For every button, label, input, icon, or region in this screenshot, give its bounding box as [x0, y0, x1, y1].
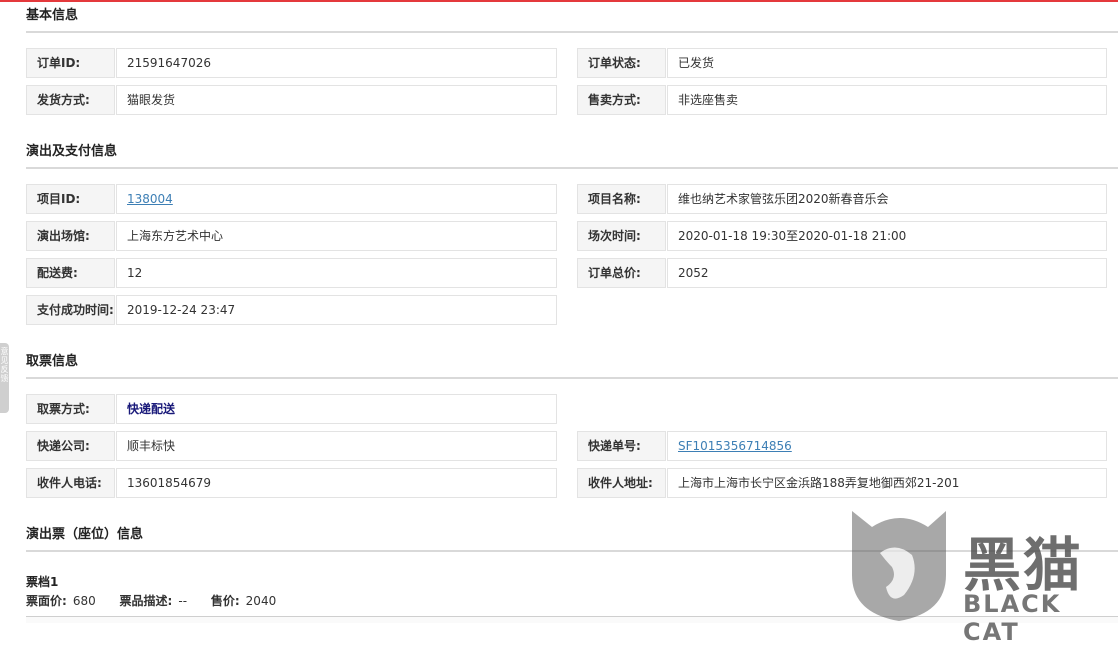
field-address: 收件人地址: 上海市上海市长宁区金浜路188弄复地御西郊21-201 — [577, 468, 1107, 498]
field-label: 演出场馆: — [26, 221, 115, 251]
field-session-time: 场次时间: 2020-01-18 19:30至2020-01-18 21:00 — [577, 221, 1107, 251]
project-id-value: 138004 — [116, 184, 557, 214]
watermark-subtitle: BLACK CAT — [963, 590, 1062, 646]
ship-method-value: 猫眼发货 — [116, 85, 557, 115]
courier-value: 顺丰标快 — [116, 431, 557, 461]
section-divider — [26, 377, 1118, 379]
face-price-label: 票面价: — [26, 594, 67, 608]
ticket-desc-label: 票品描述: — [119, 594, 173, 608]
field-project-id: 项目ID: 138004 — [26, 184, 557, 214]
delivery-fee-value: 12 — [116, 258, 557, 288]
field-label: 订单总价: — [577, 258, 666, 288]
field-project-name: 项目名称: 维也纳艺术家管弦乐团2020新春音乐会 — [577, 184, 1107, 214]
venue-value: 上海东方艺术中心 — [116, 221, 557, 251]
feedback-side-tab[interactable]: 意见反馈 — [0, 343, 9, 413]
field-label: 项目ID: — [26, 184, 115, 214]
field-order-total: 订单总价: 2052 — [577, 258, 1107, 288]
field-label: 场次时间: — [577, 221, 666, 251]
face-price-value: 680 — [72, 594, 96, 608]
field-ship-method: 发货方式: 猫眼发货 — [26, 85, 557, 115]
tracking-no-link[interactable]: SF1015356714856 — [678, 439, 792, 453]
field-label: 收件人电话: — [26, 468, 115, 498]
section-title-basic: 基本信息 — [26, 8, 79, 23]
section-title-show-payment: 演出及支付信息 — [26, 144, 118, 159]
field-label: 订单ID: — [26, 48, 115, 78]
field-order-id: 订单ID: 21591647026 — [26, 48, 557, 78]
order-total-value: 2052 — [667, 258, 1107, 288]
field-label: 售卖方式: — [577, 85, 666, 115]
field-label: 快递公司: — [26, 431, 115, 461]
field-paid-time: 支付成功时间: 2019-12-24 23:47 — [26, 295, 557, 325]
field-pickup-method: 取票方式: 快递配送 — [26, 394, 557, 424]
sale-price-value: 2040 — [245, 594, 277, 608]
section-divider — [26, 31, 1118, 33]
field-label: 取票方式: — [26, 394, 115, 424]
project-name-value: 维也纳艺术家管弦乐团2020新春音乐会 — [667, 184, 1107, 214]
field-label: 项目名称: — [577, 184, 666, 214]
section-title-seats: 演出票（座位）信息 — [26, 527, 144, 542]
pickup-method-value: 快递配送 — [116, 394, 557, 424]
field-phone: 收件人电话: 13601854679 — [26, 468, 557, 498]
order-id-value: 21591647026 — [116, 48, 557, 78]
field-label: 发货方式: — [26, 85, 115, 115]
field-label: 订单状态: — [577, 48, 666, 78]
phone-value: 13601854679 — [116, 468, 557, 498]
paid-time-value: 2019-12-24 23:47 — [116, 295, 557, 325]
field-label: 支付成功时间: — [26, 295, 115, 325]
field-courier: 快递公司: 顺丰标快 — [26, 431, 557, 461]
field-delivery-fee: 配送费: 12 — [26, 258, 557, 288]
ticket-meta-row: 票面价: 680 票品描述: -- 售价: 2040 — [26, 592, 296, 609]
field-venue: 演出场馆: 上海东方艺术中心 — [26, 221, 557, 251]
section-divider — [26, 167, 1118, 169]
field-sale-method: 售卖方式: 非选座售卖 — [577, 85, 1107, 115]
order-status-value: 已发货 — [667, 48, 1107, 78]
project-id-link[interactable]: 138004 — [127, 192, 173, 206]
field-label: 收件人地址: — [577, 468, 666, 498]
section-title-pickup: 取票信息 — [26, 354, 79, 369]
pickup-method-text: 快递配送 — [127, 402, 176, 416]
field-tracking-no: 快递单号: SF1015356714856 — [577, 431, 1107, 461]
tracking-no-value: SF1015356714856 — [667, 431, 1107, 461]
sale-price-label: 售价: — [210, 594, 240, 608]
ticket-desc-value: -- — [178, 594, 188, 608]
sale-method-value: 非选座售卖 — [667, 85, 1107, 115]
field-label: 配送费: — [26, 258, 115, 288]
top-accent-line — [0, 0, 1118, 2]
ticket-tier-name: 票档1 — [26, 575, 59, 589]
address-value: 上海市上海市长宁区金浜路188弄复地御西郊21-201 — [667, 468, 1107, 498]
session-time-value: 2020-01-18 19:30至2020-01-18 21:00 — [667, 221, 1107, 251]
field-order-status: 订单状态: 已发货 — [577, 48, 1107, 78]
field-label: 快递单号: — [577, 431, 666, 461]
feedback-tab-label: 意见反馈 — [0, 347, 9, 383]
